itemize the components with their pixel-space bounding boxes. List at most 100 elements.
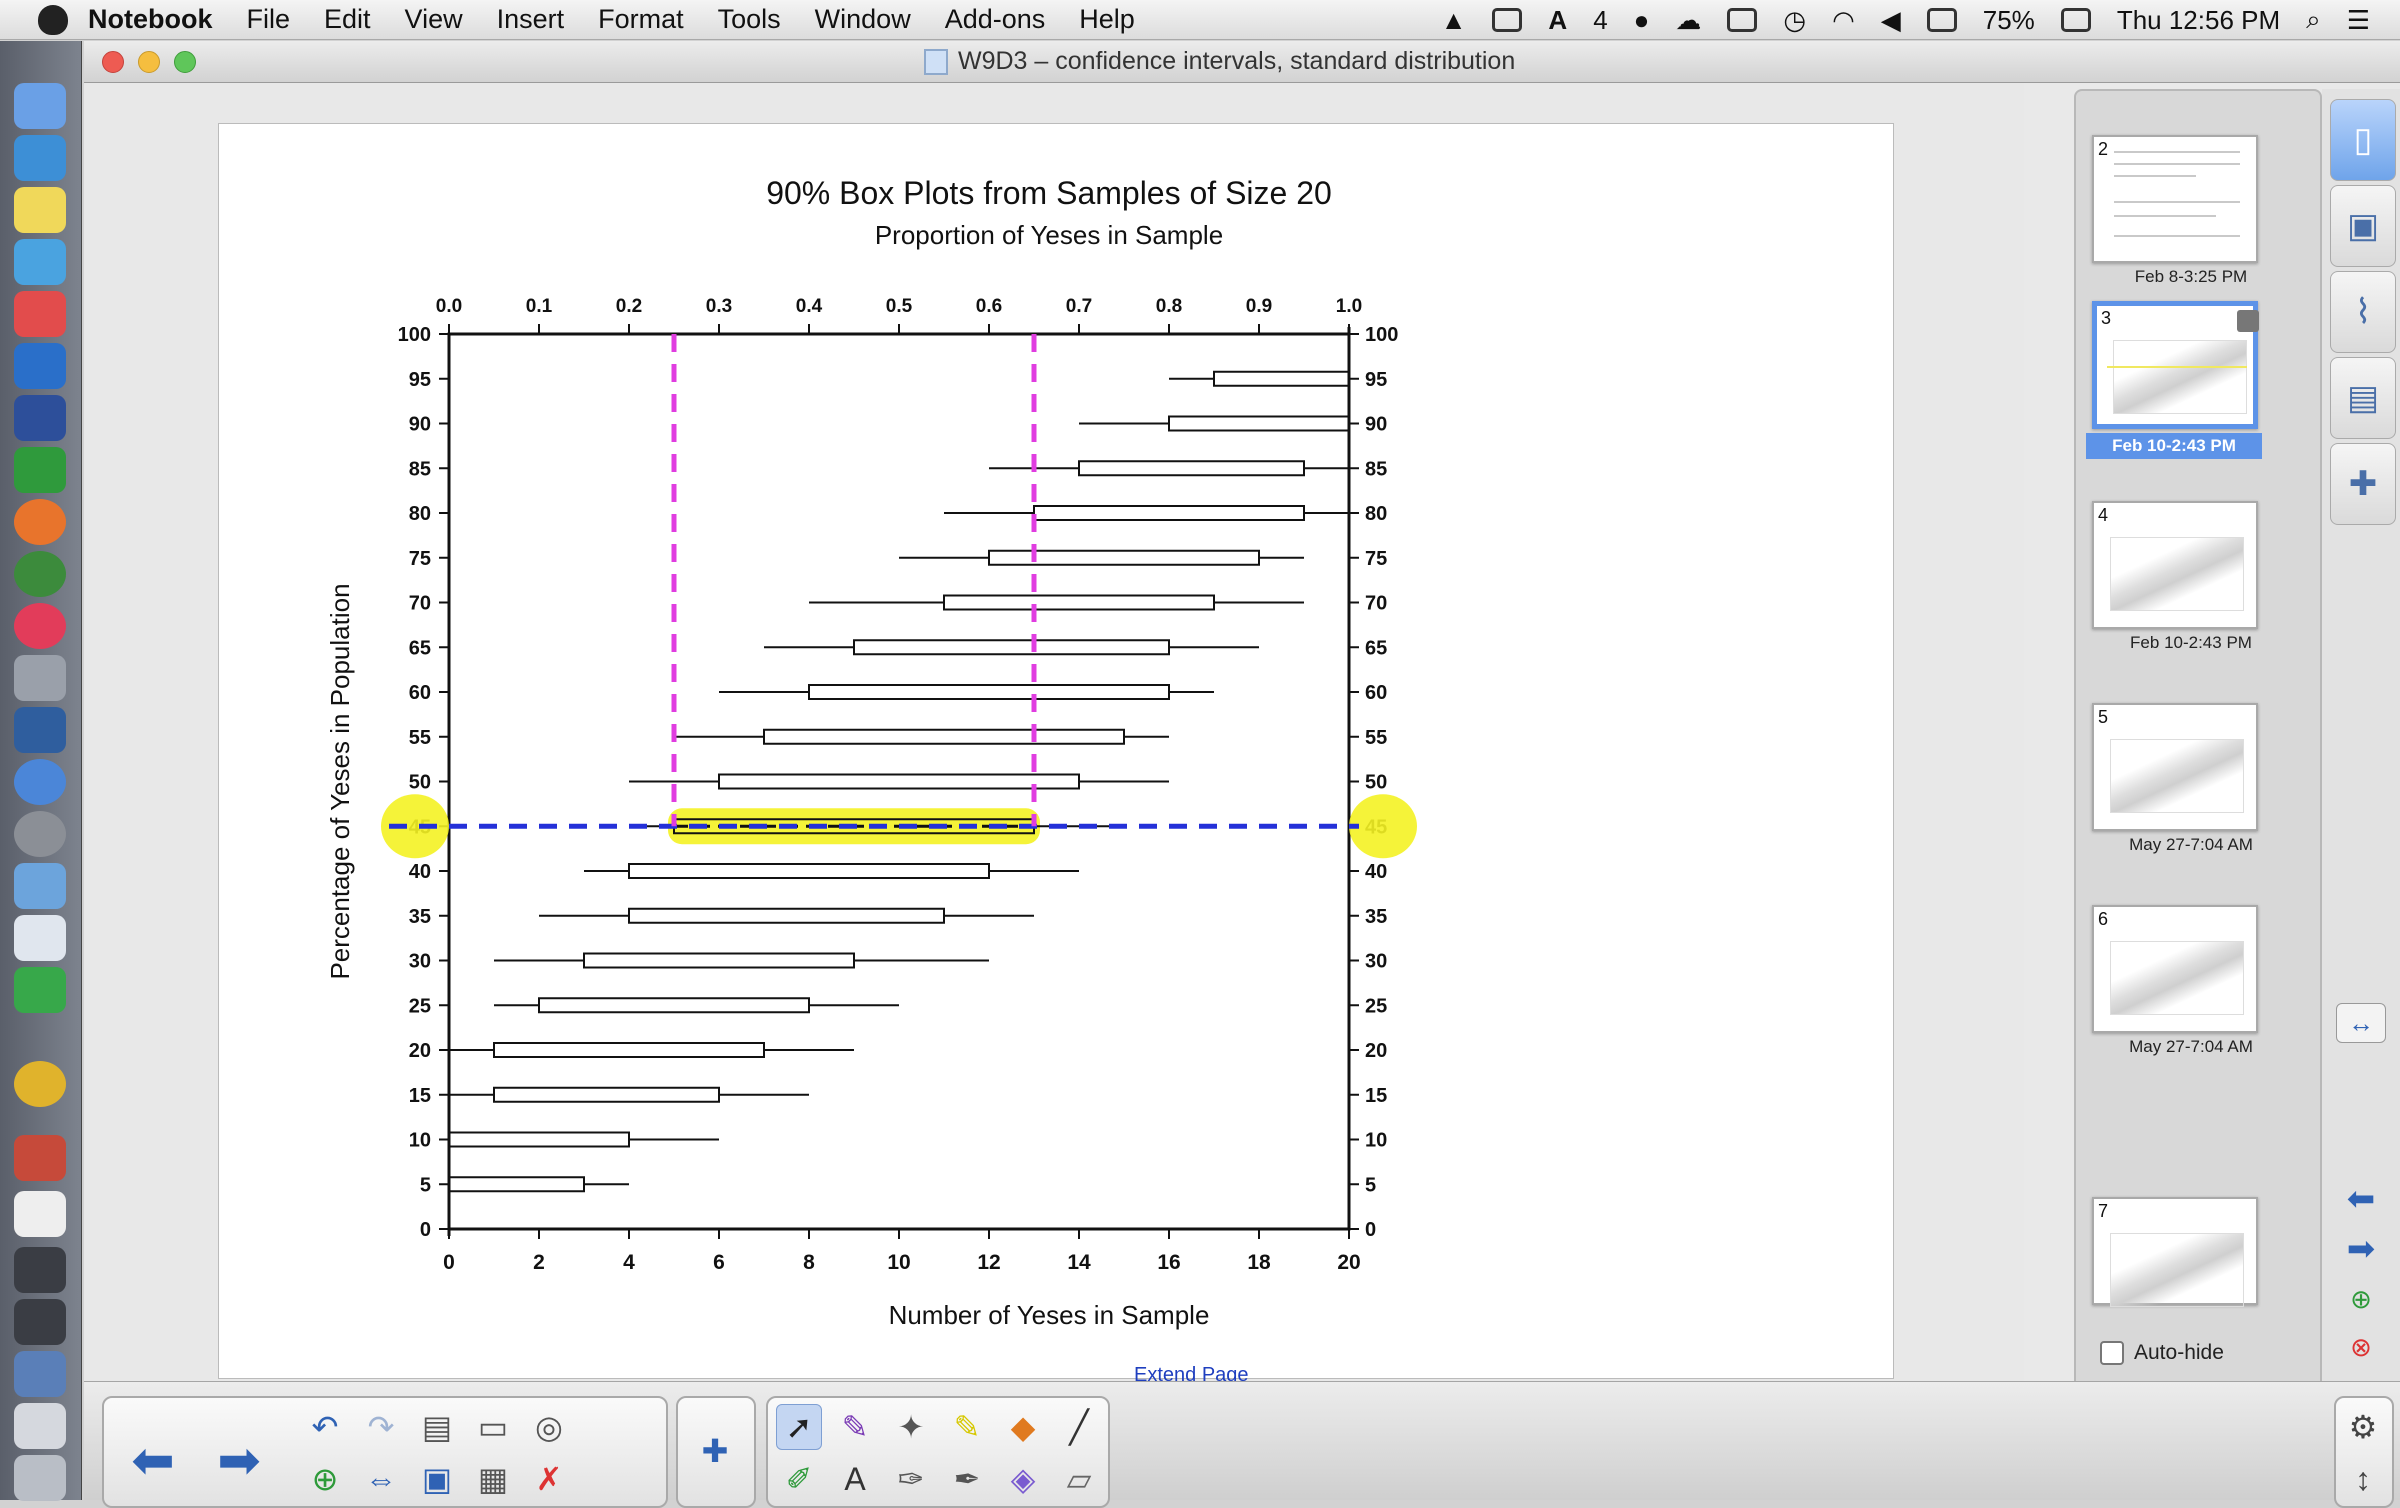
creative-pen-icon[interactable]: ✑ (888, 1456, 934, 1502)
magic-pen-icon[interactable]: ✦ (888, 1404, 934, 1450)
checkbox-box[interactable] (2100, 1341, 2124, 1365)
screen-shade-icon[interactable]: ▭ (470, 1404, 516, 1450)
ipad-icon[interactable] (14, 967, 66, 1013)
menu-view[interactable]: View (405, 4, 463, 35)
word-icon[interactable] (14, 343, 66, 389)
eraser-2-icon[interactable]: ▱ (1056, 1456, 1102, 1502)
save-icon[interactable]: ▣ (414, 1456, 460, 1502)
gear-icon[interactable]: ⚙ (2340, 1404, 2386, 1450)
pen-abc-icon[interactable]: ✎ (832, 1404, 878, 1450)
table-icon[interactable]: ▦ (470, 1456, 516, 1502)
previous-page-button[interactable]: ⬅ (118, 1426, 188, 1496)
redo-icon[interactable]: ↷ (358, 1404, 404, 1450)
app-menu[interactable]: Notebook (88, 4, 213, 35)
previous-page-icon[interactable]: ⬅ (2336, 1179, 2386, 1219)
close-window-button[interactable] (102, 51, 124, 73)
add-page-icon[interactable]: ⊕ (302, 1456, 348, 1502)
addons-tab-icon[interactable]: ✚ (2330, 443, 2396, 525)
geogebra-icon[interactable] (14, 551, 66, 597)
books-icon[interactable] (14, 1135, 66, 1181)
volume-icon[interactable]: ◀ (1881, 5, 1901, 36)
addons-icon[interactable]: ✚ (692, 1428, 738, 1474)
folder-icon[interactable] (14, 1351, 66, 1397)
screen-capture-icon[interactable] (14, 707, 66, 753)
page-menu-dropdown-icon[interactable] (2237, 310, 2259, 332)
paste-icon[interactable]: ▤ (414, 1404, 460, 1450)
wifi-icon[interactable]: ◠ (1832, 5, 1855, 36)
cloud-icon[interactable]: ☁ (1675, 5, 1701, 36)
menu-edit[interactable]: Edit (324, 4, 371, 35)
clock[interactable]: Thu 12:56 PM (2117, 5, 2280, 36)
page-thumbnail-7[interactable]: 7 (2092, 1197, 2258, 1307)
preview-icon[interactable] (14, 863, 66, 909)
camera-icon[interactable] (1492, 8, 1523, 32)
fill-icon[interactable]: ✒ (944, 1456, 990, 1502)
undo-icon[interactable]: ↶ (302, 1404, 348, 1450)
page-thumbnail-4[interactable]: 4 (2092, 501, 2258, 629)
compass-icon[interactable] (14, 291, 66, 337)
text-edit-icon[interactable] (14, 915, 66, 961)
next-page-icon[interactable]: ➡ (2336, 1229, 2386, 1269)
network-icon[interactable] (14, 759, 66, 805)
next-page-button[interactable]: ➡ (204, 1426, 274, 1496)
airplay-icon[interactable] (1727, 8, 1758, 32)
menu-insert[interactable]: Insert (497, 4, 565, 35)
eraser-icon[interactable]: ◈ (1000, 1456, 1046, 1502)
menu-format[interactable]: Format (598, 4, 684, 35)
time-machine-icon[interactable]: ◷ (1783, 5, 1806, 36)
stickies-icon[interactable] (14, 187, 66, 233)
page-thumbnail-5[interactable]: 5 (2092, 703, 2258, 831)
system-preferences-icon[interactable] (14, 811, 66, 857)
battery-icon[interactable] (2060, 8, 2091, 32)
auto-hide-checkbox[interactable]: Auto-hide (2100, 1341, 2224, 1365)
pens-icon[interactable]: ✐ (776, 1456, 822, 1502)
monitor-2-icon[interactable] (14, 1299, 66, 1345)
capture-icon[interactable]: ◎ (526, 1404, 572, 1450)
full-screen-icon[interactable]: ⇔ (358, 1456, 404, 1502)
move-toolbar-icon[interactable]: ↕ (2340, 1456, 2386, 1502)
select-tool-icon[interactable]: ➚ (776, 1404, 822, 1450)
adobe-icon[interactable]: A (1548, 5, 1567, 36)
page-thumbnail-3[interactable]: 3 (2092, 301, 2259, 429)
add-page-icon[interactable]: ⊕ (2336, 1279, 2386, 1319)
menu-help[interactable]: Help (1079, 4, 1135, 35)
page-thumbnail-6[interactable]: 6 (2092, 905, 2258, 1033)
gallery-tab-icon[interactable]: ▣ (2330, 185, 2396, 267)
calculator-icon[interactable] (14, 655, 66, 701)
finder-icon[interactable] (14, 83, 66, 129)
page-sorter-tab-icon[interactable]: ▯ (2330, 99, 2396, 181)
menu-addons[interactable]: Add-ons (945, 4, 1046, 35)
contacts-icon[interactable] (14, 135, 66, 181)
apple-icon[interactable] (38, 4, 68, 35)
delete-icon[interactable]: ✗ (526, 1456, 572, 1502)
properties-tab-icon[interactable]: ▤ (2330, 357, 2396, 439)
menu-file[interactable]: File (247, 4, 291, 35)
menu-tools[interactable]: Tools (718, 4, 781, 35)
move-sidebar-icon[interactable]: ↔ (2336, 1003, 2386, 1043)
equation-icon[interactable] (14, 395, 66, 441)
itunes-icon[interactable] (14, 603, 66, 649)
spotlight-icon[interactable]: ⌕ (2306, 4, 2321, 36)
text-tool-icon[interactable]: A (832, 1456, 878, 1502)
highlighter-icon[interactable]: ✎ (944, 1404, 990, 1450)
attachments-tab-icon[interactable]: ⌇ (2330, 271, 2396, 353)
chrome-icon[interactable] (14, 1061, 66, 1107)
evernote-icon[interactable]: ● (1634, 5, 1650, 36)
firefox-icon[interactable] (14, 499, 66, 545)
document-icon[interactable] (14, 1403, 66, 1449)
line-icon[interactable]: ╱ (1056, 1404, 1102, 1450)
delete-page-icon[interactable]: ⊗ (2336, 1327, 2386, 1367)
notebook-icon[interactable] (14, 239, 66, 285)
keyboard-icon[interactable] (1926, 8, 1957, 32)
notification-center-icon[interactable]: ☰ (2347, 5, 2370, 36)
zoom-window-button[interactable] (174, 51, 196, 73)
excel-icon[interactable] (14, 447, 66, 493)
monitor-icon[interactable] (14, 1247, 66, 1293)
page-thumbnail-2[interactable]: 2 (2092, 135, 2258, 263)
trash-icon[interactable] (14, 1455, 66, 1501)
minimize-window-button[interactable] (138, 51, 160, 73)
menu-window[interactable]: Window (815, 4, 911, 35)
notebook-page[interactable]: 90% Box Plots from Samples of Size 20 Pro… (218, 123, 1894, 1386)
drive-icon[interactable]: ▲ (1441, 5, 1467, 36)
pdf-icon[interactable] (14, 1191, 66, 1237)
